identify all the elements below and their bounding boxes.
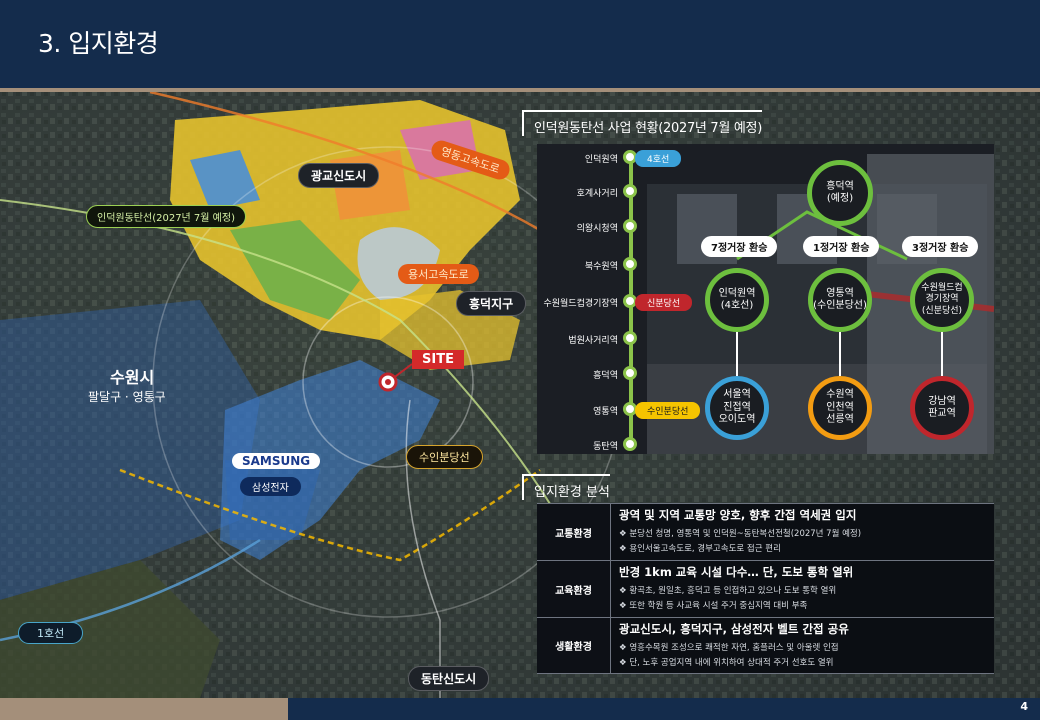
analysis-body: 광교신도시, 흥덕지구, 삼성전자 벨트 간접 공유 ❖ 영흥수목원 조성으로 …: [611, 618, 994, 673]
hub-circle: 흥덕역 (예정): [807, 160, 873, 226]
analysis-bullet: ❖ 황곡초, 원일초, 흥덕고 등 인접하고 있으나 도보 통학 열위: [619, 586, 837, 596]
analysis-category: 생활환경: [537, 618, 611, 673]
destination-circle-2: 수원역 인천역 선릉역: [808, 376, 872, 440]
analysis-body: 반경 1km 교육 시설 다수… 단, 도보 통학 열위 ❖ 황곡초, 원일초,…: [611, 561, 994, 617]
line1-label: 1호선: [18, 622, 84, 644]
site-label: SITE: [412, 350, 464, 369]
line-status-panel: 인덕원역 호계사거리 의왕시청역 북수원역 수원월드컵경기장역 법원사거리역 흥…: [537, 144, 994, 454]
analysis-bullet: ❖ 또한 학원 등 사교육 시설 주거 중심지역 대비 부족: [619, 601, 808, 611]
samsung-label: 삼성전자: [240, 477, 301, 496]
footer-bar: [288, 698, 1040, 720]
heungdeok-label: 흥덕지구: [456, 291, 527, 316]
analysis-headline: 반경 1km 교육 시설 다수… 단, 도보 통학 열위: [619, 565, 854, 579]
destination-circle-3: 강남역 판교역: [910, 376, 974, 440]
yongseo-expressway-label: 용서고속도로: [398, 264, 479, 284]
analysis-category: 교육환경: [537, 561, 611, 617]
mid-circle-2: 영통역 (수인분당선): [808, 268, 872, 332]
destination-circle-1: 서울역 진접역 오이도역: [705, 376, 769, 440]
analysis-row-living: 생활환경 광교신도시, 흥덕지구, 삼성전자 벨트 간접 공유 ❖ 영흥수목원 …: [537, 617, 994, 674]
footer-accent-bar: [0, 698, 288, 720]
gwanggyo-label: 광교신도시: [298, 163, 380, 188]
suin-bundang-label: 수인분당선: [406, 445, 483, 469]
analysis-row-education: 교육환경 반경 1km 교육 시설 다수… 단, 도보 통학 열위 ❖ 황곡초,…: [537, 560, 994, 617]
suwon-city-label: 수원시: [110, 368, 155, 387]
transfer-tag-3: 3정거장 환승: [902, 236, 979, 257]
mid-circle-1: 인덕원역 (4호선): [705, 268, 769, 332]
header-bar: 3. 입지환경: [0, 0, 1040, 88]
analysis-category: 교통환경: [537, 504, 611, 560]
indeokwon-line-label: 인덕원동탄선(2027년 7월 예정): [86, 205, 246, 228]
analysis-bullet: ❖ 영흥수목원 조성으로 쾌적한 자연, 홈플러스 및 아울렛 인접: [619, 643, 839, 653]
analysis-title: 입지환경 분석: [522, 474, 610, 500]
suwon-districts-label: 팔달구 · 영통구: [88, 390, 166, 404]
transfer-tag-2: 1정거장 환승: [803, 236, 880, 257]
mid-circle-3: 수원월드컵 경기장역 (신분당선): [910, 268, 974, 332]
dongtan-label: 동탄신도시: [408, 666, 490, 691]
analysis-body: 광역 및 지역 교통망 양호, 향후 간접 역세권 입지 ❖ 분당선 청명, 영…: [611, 504, 994, 560]
analysis-bullet: ❖ 분당선 청명, 영통역 및 인덕원~동탄복선전철(2027년 7월 예정): [619, 529, 862, 539]
analysis-table: 교통환경 광역 및 지역 교통망 양호, 향후 간접 역세권 입지 ❖ 분당선 …: [537, 503, 994, 674]
analysis-headline: 광교신도시, 흥덕지구, 삼성전자 벨트 간접 공유: [619, 622, 849, 636]
analysis-row-transport: 교통환경 광역 및 지역 교통망 양호, 향후 간접 역세권 입지 ❖ 분당선 …: [537, 503, 994, 560]
line-status-title: 인덕원동탄선 사업 현황(2027년 7월 예정): [522, 110, 762, 136]
page-number: 4: [1020, 700, 1028, 713]
samsung-logo: SAMSUNG: [232, 453, 321, 469]
page-title: 3. 입지환경: [38, 29, 159, 58]
analysis-bullet: ❖ 용인서울고속도로, 경부고속도로 접근 편리: [619, 544, 781, 554]
analysis-headline: 광역 및 지역 교통망 양호, 향후 간접 역세권 입지: [619, 508, 857, 522]
analysis-bullet: ❖ 단, 노후 공업지역 내에 위치하여 상대적 주거 선호도 열위: [619, 658, 834, 668]
transfer-tag-1: 7정거장 환승: [701, 236, 778, 257]
